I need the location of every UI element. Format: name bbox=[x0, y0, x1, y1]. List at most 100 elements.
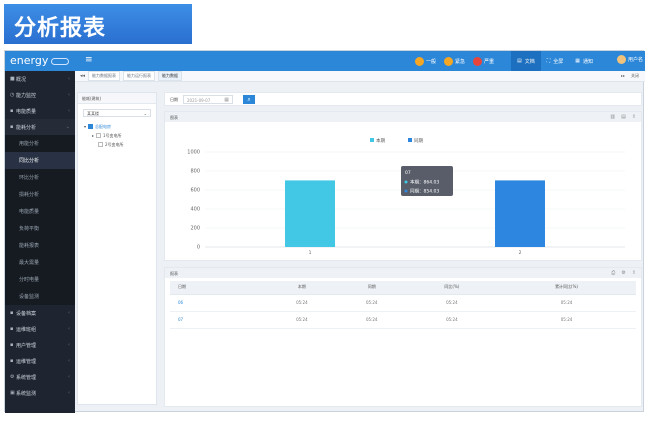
calendar-icon[interactable]: ▦ bbox=[224, 97, 229, 103]
close-tabs-button[interactable]: 关闭 bbox=[631, 73, 639, 79]
sidebar-item-quality[interactable]: ▪ 电能质量 ‹ bbox=[5, 103, 75, 119]
avatar bbox=[617, 55, 626, 64]
tree-node-label: 2号变电所 bbox=[105, 141, 124, 147]
legend-label: 同期 bbox=[414, 138, 423, 144]
sidebar-sub-equipment[interactable]: 设备监测 bbox=[5, 288, 75, 305]
sidebar-sub-loss[interactable]: 损耗分析 bbox=[5, 186, 75, 203]
column-header[interactable]: 同比(%) bbox=[406, 281, 498, 295]
sidebar-item-sysmon[interactable]: ▣ 系统监测 ‹ bbox=[5, 385, 75, 401]
sidebar-sub-tou[interactable]: 分时电量 bbox=[5, 271, 75, 288]
alert-normal[interactable]: 一般 bbox=[415, 54, 436, 68]
tooltip-dot bbox=[404, 180, 408, 184]
sidebar: ■ 概况 ‹ ◷ 能力监控 ‹ ▪ 电能质量 ‹ ▪ 能耗分析 ⌄ 用能分析 同比分析 环比分析… bbox=[5, 71, 75, 413]
line-chart-icon[interactable]: ▤ bbox=[621, 114, 626, 120]
y-tick-label: 1000 bbox=[187, 150, 200, 156]
chevron-left-icon: ‹ bbox=[68, 326, 70, 332]
alert-severe[interactable]: 严重 bbox=[473, 54, 494, 68]
tooltip-line: 同期：854.03 bbox=[410, 189, 439, 195]
sidebar-item-team[interactable]: ▪ 运维班组 ‹ bbox=[5, 321, 75, 337]
sidebar-item-monitor[interactable]: ◷ 能力监控 ‹ bbox=[5, 87, 75, 103]
sidebar-item-overview[interactable]: ■ 概况 ‹ bbox=[5, 71, 75, 87]
chevron-down-icon: ⌄ bbox=[65, 124, 70, 130]
app-window: energy ≡ 一般 紧急 严重 ▤ 文档 ⛶ 全屏 ▦ 通知 用户名 ■ 概况 ‹ ◷… bbox=[4, 50, 645, 413]
x-tick-label: 2 bbox=[519, 250, 522, 256]
alert-label: 紧急 bbox=[455, 58, 466, 65]
tab-back-icon[interactable]: ◂◂ bbox=[80, 73, 85, 79]
column-header[interactable]: 日期 bbox=[170, 281, 267, 295]
sidebar-item-label: 系统监测 bbox=[16, 390, 37, 397]
bar-chart-icon[interactable]: ▥ bbox=[610, 114, 615, 120]
x-tick-label: 1 bbox=[309, 250, 312, 256]
tree-checkbox[interactable] bbox=[96, 133, 102, 138]
sidebar-item-analysis[interactable]: ▪ 能耗分析 ⌄ bbox=[5, 119, 75, 135]
table-panel-title: 报表 bbox=[170, 271, 178, 276]
building-select[interactable]: 某某楼 ⌄ bbox=[83, 109, 151, 117]
chevron-left-icon: ‹ bbox=[68, 310, 70, 316]
sidebar-item-label: 电能质量 bbox=[16, 108, 37, 115]
tab-item[interactable]: 能力运行报表 bbox=[123, 71, 156, 81]
tree-node[interactable]: ▸ 1号变电所 bbox=[78, 131, 156, 140]
tab-item-active[interactable]: 能力数据 bbox=[158, 71, 183, 81]
alert-urgent[interactable]: 紧急 bbox=[444, 54, 465, 68]
search-button[interactable]: ⌕ bbox=[243, 95, 255, 104]
table-row[interactable]: 07 05:24 05:24 05:24 05:24 bbox=[170, 311, 636, 329]
sidebar-sub-report[interactable]: 能耗报表 bbox=[5, 237, 75, 254]
print-icon[interactable]: ⎙ bbox=[611, 270, 615, 276]
table-cell: 05:24 bbox=[336, 294, 407, 312]
nav-notice[interactable]: ▦ 通知 bbox=[569, 51, 599, 71]
tab-item[interactable]: 能力数据报表 bbox=[88, 71, 121, 81]
fullscreen-icon: ⛶ bbox=[546, 58, 551, 64]
table-cell-date[interactable]: 06 bbox=[170, 294, 267, 312]
sidebar-sub-power-quality[interactable]: 电能质量 bbox=[5, 203, 75, 220]
chevron-left-icon: ‹ bbox=[68, 374, 70, 380]
sidebar-sub-load-balance[interactable]: 负荷平衡 bbox=[5, 220, 75, 237]
nav-fullscreen[interactable]: ⛶ 全屏 bbox=[541, 51, 570, 71]
column-header[interactable]: 累计同比(%) bbox=[497, 281, 636, 295]
tab-forward-icon[interactable]: ▸▸ bbox=[621, 73, 625, 79]
sidebar-sub-yoy[interactable]: 同比分析 bbox=[5, 152, 75, 169]
alert-counters: 一般 紧急 严重 bbox=[415, 54, 494, 68]
tooltip-title: 07 bbox=[405, 170, 411, 176]
export-icon[interactable]: ⇪ bbox=[632, 270, 636, 276]
bar bbox=[285, 180, 335, 247]
column-header[interactable]: 本期 bbox=[266, 281, 337, 295]
alert-label: 严重 bbox=[484, 58, 495, 65]
date-value: 2021-09-07 bbox=[187, 98, 211, 103]
tree-checkbox[interactable] bbox=[98, 142, 103, 147]
sidebar-sub-label: 负荷平衡 bbox=[19, 226, 40, 232]
sidebar-item-label: 系统管理 bbox=[16, 374, 37, 381]
sidebar-sub-label: 环比分析 bbox=[19, 175, 40, 181]
alert-dot-icon bbox=[415, 56, 424, 66]
table-cell: 05:24 bbox=[406, 294, 498, 312]
column-header[interactable]: 同期 bbox=[336, 281, 407, 295]
sidebar-item-users[interactable]: ▪ 用户管理 ‹ bbox=[5, 337, 75, 353]
banner-title: 分析报表 bbox=[14, 16, 107, 41]
tree-toggle-icon[interactable]: ▸ bbox=[92, 133, 94, 138]
tooltip-dot bbox=[404, 189, 408, 193]
export-icon[interactable]: ⇪ bbox=[632, 114, 636, 120]
logo: energy bbox=[10, 54, 70, 67]
tree-node[interactable]: ▾ 总配电房 bbox=[78, 122, 156, 131]
bar-chart: 0 200 400 600 800 1000 本期 同期 1 2 07 本期：864.03 同期：854… bbox=[187, 137, 625, 256]
sidebar-item-archive[interactable]: ▪ 设备档案 ‹ bbox=[5, 305, 75, 321]
sidebar-item-ops[interactable]: ▪ 运维管理 ‹ bbox=[5, 353, 75, 369]
table-row[interactable]: 06 05:24 05:24 05:24 05:24 bbox=[170, 294, 636, 312]
tab-bar: ◂◂ 能力数据报表 能力运行报表 能力数据 ▸▸ 关闭 bbox=[75, 71, 645, 82]
sidebar-item-system[interactable]: ⚙ 系统管理 ‹ bbox=[5, 369, 75, 385]
sidebar-sub-mom[interactable]: 环比分析 bbox=[5, 169, 75, 186]
sidebar-sub-usage[interactable]: 用能分析 bbox=[5, 135, 75, 152]
tree-checkbox[interactable] bbox=[88, 124, 94, 129]
menu-toggle-icon[interactable]: ≡ bbox=[85, 55, 93, 65]
nav-docs[interactable]: ▤ 文档 bbox=[511, 51, 541, 71]
date-input[interactable]: 2021-09-07 ▦ bbox=[183, 95, 233, 104]
settings-icon[interactable]: ⚙ bbox=[621, 270, 625, 276]
sidebar-sub-max-demand[interactable]: 最大需量 bbox=[5, 254, 75, 271]
table-cell-date[interactable]: 07 bbox=[170, 311, 267, 329]
table-cell: 05:24 bbox=[266, 311, 337, 329]
table-cell: 05:24 bbox=[336, 311, 407, 329]
tree-node[interactable]: 2号变电所 bbox=[78, 140, 156, 149]
tree-toggle-icon[interactable]: ▾ bbox=[84, 124, 86, 129]
user-menu[interactable]: 用户名 bbox=[617, 55, 643, 64]
sidebar-item-label: 概况 bbox=[16, 76, 27, 83]
filter-bar: 日期 2021-09-07 ▦ ⌕ bbox=[164, 92, 642, 106]
